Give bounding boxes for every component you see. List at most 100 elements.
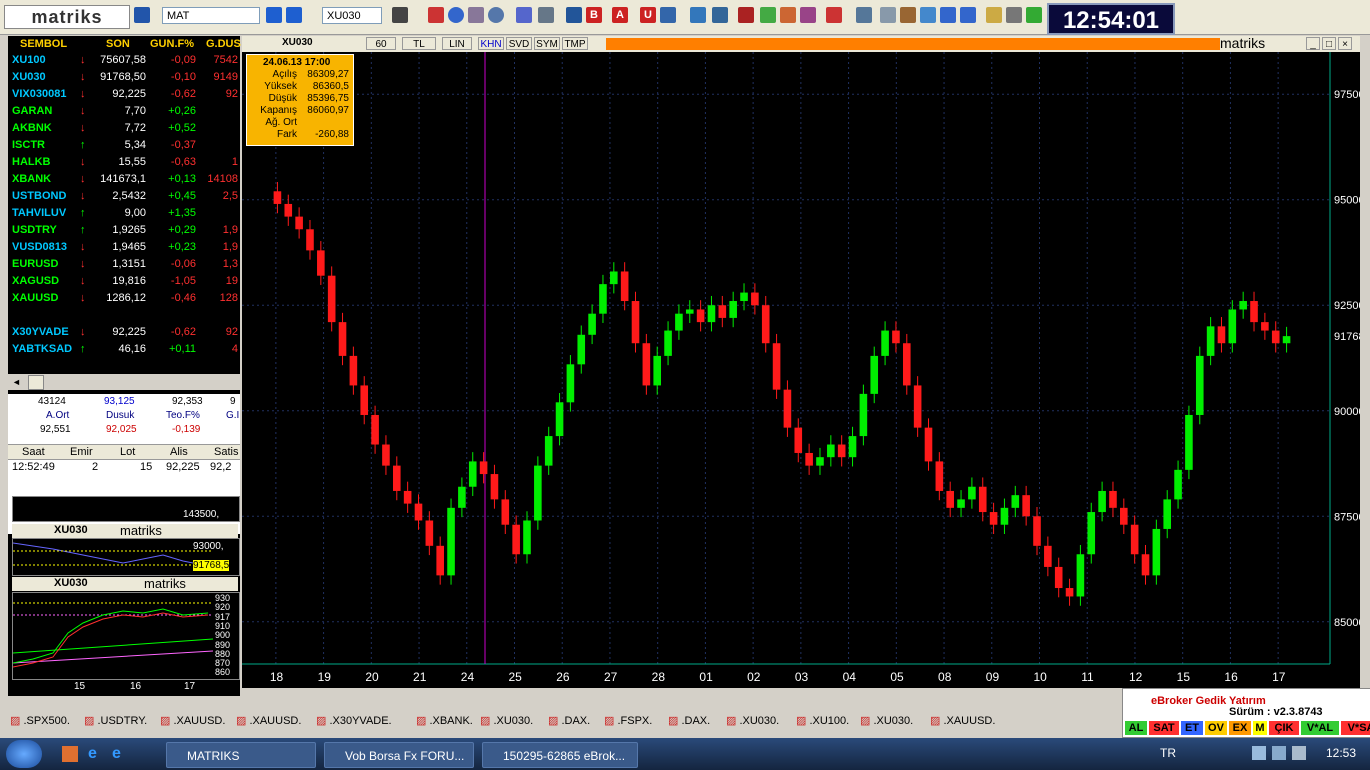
windows-icon[interactable] <box>856 7 872 23</box>
pen-icon[interactable] <box>392 7 408 23</box>
ebroker-button[interactable]: V*AL <box>1301 721 1339 735</box>
u-icon[interactable]: U <box>640 7 656 23</box>
watchlist-row[interactable]: YABTKSAD ↑ 46,16 +0,11 4 <box>8 343 240 360</box>
watchlist-row[interactable] <box>8 309 240 326</box>
chart-tab[interactable]: ▨ .XU030. <box>726 712 779 730</box>
chart-tab[interactable]: ▨ .XU100. <box>796 712 849 730</box>
chart-tab[interactable]: ▨ .XAUUSD. <box>236 712 301 730</box>
save-icon[interactable] <box>134 7 150 23</box>
task-ebroker[interactable]: 150295-62865 eBrok... <box>482 742 638 768</box>
market-select[interactable]: MAT <box>162 7 260 24</box>
tray-icon[interactable] <box>1252 746 1266 760</box>
ebroker-button[interactable]: EX <box>1229 721 1251 735</box>
chart-icon[interactable] <box>428 7 444 23</box>
ebroker-button[interactable]: SAT <box>1149 721 1179 735</box>
eye-icon[interactable] <box>738 7 754 23</box>
mail-icon[interactable] <box>986 7 1002 23</box>
scroll-thumb[interactable] <box>28 375 44 390</box>
watchlist-row[interactable]: USTBOND ↓ 2,5432 +0,45 2,5 <box>8 190 240 207</box>
watchlist-row[interactable]: EURUSD ↓ 1,3151 -0,06 1,3 <box>8 258 240 275</box>
chart-tab[interactable]: ▨ .USDTRY. <box>84 712 147 730</box>
explorer-icon[interactable] <box>62 746 78 762</box>
chart-tab[interactable]: ▨ .XBANK. <box>416 712 473 730</box>
chart-tab[interactable]: ▨ .XAUUSD. <box>160 712 225 730</box>
eraser-icon[interactable] <box>538 7 554 23</box>
window1-icon[interactable] <box>940 7 956 23</box>
messenger-icon[interactable] <box>920 7 936 23</box>
close-button[interactable]: × <box>1338 37 1352 50</box>
watchlist-row[interactable]: GARAN ↓ 7,70 +0,26 <box>8 105 240 122</box>
task-forum[interactable]: Vob Borsa Fx FORU... <box>324 742 474 768</box>
chart-tab[interactable]: ▨ .X30YVADE. <box>316 712 392 730</box>
grid-icon[interactable] <box>266 7 282 23</box>
clock-icon[interactable] <box>488 7 504 23</box>
watchlist-row[interactable]: VIX030081 ↓ 92,225 -0,62 92 <box>8 88 240 105</box>
chart-tab[interactable]: ▨ .DAX. <box>548 712 590 730</box>
tl-button[interactable]: TL <box>402 37 436 50</box>
ebroker-button[interactable]: ÇIK <box>1269 721 1299 735</box>
pie-icon[interactable] <box>448 7 464 23</box>
maximize-button[interactable]: □ <box>1322 37 1336 50</box>
sync-icon[interactable] <box>712 7 728 23</box>
chart-tab[interactable]: ▨ .XU030. <box>860 712 913 730</box>
book-icon[interactable] <box>516 7 532 23</box>
chart-tab[interactable]: ▨ .XU030. <box>480 712 533 730</box>
alarm-icon[interactable] <box>800 7 816 23</box>
calc-icon[interactable] <box>468 7 484 23</box>
money-icon[interactable] <box>760 7 776 23</box>
portfolio-icon[interactable] <box>780 7 796 23</box>
connect-icon[interactable] <box>1026 7 1042 23</box>
info-icon[interactable] <box>286 7 302 23</box>
start-button[interactable] <box>6 740 42 768</box>
col-sembol[interactable]: SEMBOL <box>20 38 67 50</box>
task-matriks[interactable]: MATRIKS <box>166 742 316 768</box>
col-gunf[interactable]: GUN.F% <box>150 38 194 50</box>
minimize-button[interactable]: _ <box>1306 37 1320 50</box>
b-icon[interactable]: B <box>586 7 602 23</box>
mini-chart1[interactable]: 93000, 91768,5 <box>12 538 240 576</box>
watchlist-row[interactable]: USDTRY ↑ 1,9265 +0,29 1,9 <box>8 224 240 241</box>
download-icon[interactable] <box>826 7 842 23</box>
lin-button[interactable]: LIN <box>442 37 472 50</box>
chart-tab[interactable]: ▨ .DAX. <box>668 712 710 730</box>
network-tray-icon[interactable] <box>1272 746 1286 760</box>
svd-button[interactable]: SVD <box>506 37 532 50</box>
watchlist-row[interactable]: XU030 ↓ 91768,50 -0,10 9149 <box>8 71 240 88</box>
chat-icon[interactable] <box>880 7 896 23</box>
watchlist-scrollbar[interactable]: ◄ <box>8 374 240 390</box>
volume-icon[interactable] <box>1292 746 1306 760</box>
chart-tab[interactable]: ▨ .SPX500. <box>10 712 70 730</box>
watchlist-row[interactable]: XU100 ↓ 75607,58 -0,09 7542 <box>8 54 240 71</box>
user-icon[interactable] <box>900 7 916 23</box>
watchlist-row[interactable]: XBANK ↓ 141673,1 +0,13 14108 <box>8 173 240 190</box>
watchlist-row[interactable]: TAHVILUV ↑ 9,00 +1,35 <box>8 207 240 224</box>
mini-chart2[interactable]: 930 920 917 910 900 890 880 870 860 <box>12 592 240 680</box>
watchlist-row[interactable]: HALKB ↓ 15,55 -0,63 1 <box>8 156 240 173</box>
watchlist-row[interactable]: XAGUSD ↓ 19,816 -1,05 19 <box>8 275 240 292</box>
language-indicator[interactable]: TR <box>1160 746 1176 760</box>
ebroker-button[interactable]: AL <box>1125 721 1147 735</box>
symbol-select[interactable]: XU030 <box>322 7 382 24</box>
ebroker-button[interactable]: M <box>1253 721 1267 735</box>
bank-icon[interactable] <box>566 7 582 23</box>
window2-icon[interactable] <box>960 7 976 23</box>
ebroker-button[interactable]: OV <box>1205 721 1227 735</box>
sym-button[interactable]: SYM <box>534 37 560 50</box>
period-button[interactable]: 60 <box>366 37 396 50</box>
network-icon[interactable] <box>690 7 706 23</box>
globe-icon[interactable] <box>660 7 676 23</box>
col-son[interactable]: SON <box>106 38 130 50</box>
watchlist-row[interactable]: XAUUSD ↓ 1286,12 -0,46 128 <box>8 292 240 309</box>
watchlist-row[interactable]: AKBNK ↓ 7,72 +0,52 <box>8 122 240 139</box>
ebroker-button[interactable]: V*SAT <box>1341 721 1370 735</box>
ebroker-button[interactable]: ET <box>1181 721 1203 735</box>
price-chart[interactable]: 18 19 20 21 24 25 26 27 28 01 02 03 04 05 08 09 10 11 12 15… <box>242 52 1360 688</box>
ie-icon[interactable]: e <box>88 746 104 762</box>
chart-tab[interactable]: ▨ .FSPX. <box>604 712 652 730</box>
watchlist-row[interactable]: ISCTR ↑ 5,34 -0,37 <box>8 139 240 156</box>
print-icon[interactable] <box>1006 7 1022 23</box>
ie2-icon[interactable]: e <box>112 746 128 762</box>
col-gdus[interactable]: G.DUS <box>206 38 241 50</box>
watchlist-row[interactable]: X30YVADE ↓ 92,225 -0,62 92 <box>8 326 240 343</box>
tmp-button[interactable]: TMP <box>562 37 588 50</box>
